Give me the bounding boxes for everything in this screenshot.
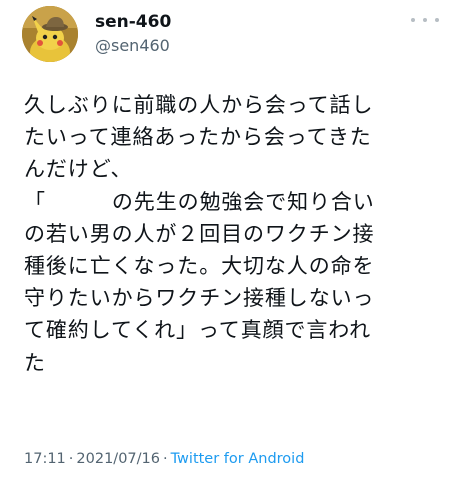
open-quote: 「 <box>24 189 46 214</box>
meta-separator: · <box>162 451 168 467</box>
tweet-source-link[interactable]: Twitter for Android <box>171 451 305 467</box>
author-display-name[interactable]: sen-460 <box>95 12 171 32</box>
tweet-card: sen-460 @sen460 久しぶりに前職の人から会って話し たいって連絡あ… <box>0 0 461 486</box>
avatar-image <box>22 6 78 62</box>
tweet-text-line: の若い男の人が２回目のワクチン接 <box>24 221 375 246</box>
tweet-text-line: て確約してくれ」って真顔で言われ <box>24 318 372 343</box>
tweet-text: 久しぶりに前職の人から会って話し たいって連絡あったから会ってきた んだけど、 … <box>24 89 454 379</box>
tweet-text-line: 久しぶりに前職の人から会って話し <box>24 93 374 117</box>
tweet-text-line: 守りたいからワクチン接種しないっ <box>24 286 375 311</box>
avatar[interactable] <box>22 6 78 62</box>
tweet-date[interactable]: 2021/07/16 <box>76 451 160 467</box>
more-horizontal-icon <box>423 18 427 22</box>
tweet-text-line: 種後に亡くなった。大切な人の命を <box>24 254 375 279</box>
tweet-text-line: 「 の先生の勉強会で知り合い <box>24 186 454 218</box>
more-options-button[interactable] <box>411 12 439 28</box>
tweet-text-line: た <box>24 350 46 375</box>
tweet-time[interactable]: 17:11 <box>24 451 66 467</box>
tweet-text-fragment: の先生の勉強会で知り合い <box>111 189 375 214</box>
author-info: sen-460 @sen460 <box>95 12 171 56</box>
more-horizontal-icon <box>411 18 415 22</box>
tweet-metadata: 17:11 · 2021/07/16 · Twitter for Android <box>24 449 304 469</box>
author-handle[interactable]: @sen460 <box>95 36 171 56</box>
more-horizontal-icon <box>435 18 439 22</box>
meta-separator: · <box>68 451 74 467</box>
tweet-text-line: たいって連絡あったから会ってきた <box>24 125 372 150</box>
tweet-text-line: んだけど、 <box>24 157 133 182</box>
